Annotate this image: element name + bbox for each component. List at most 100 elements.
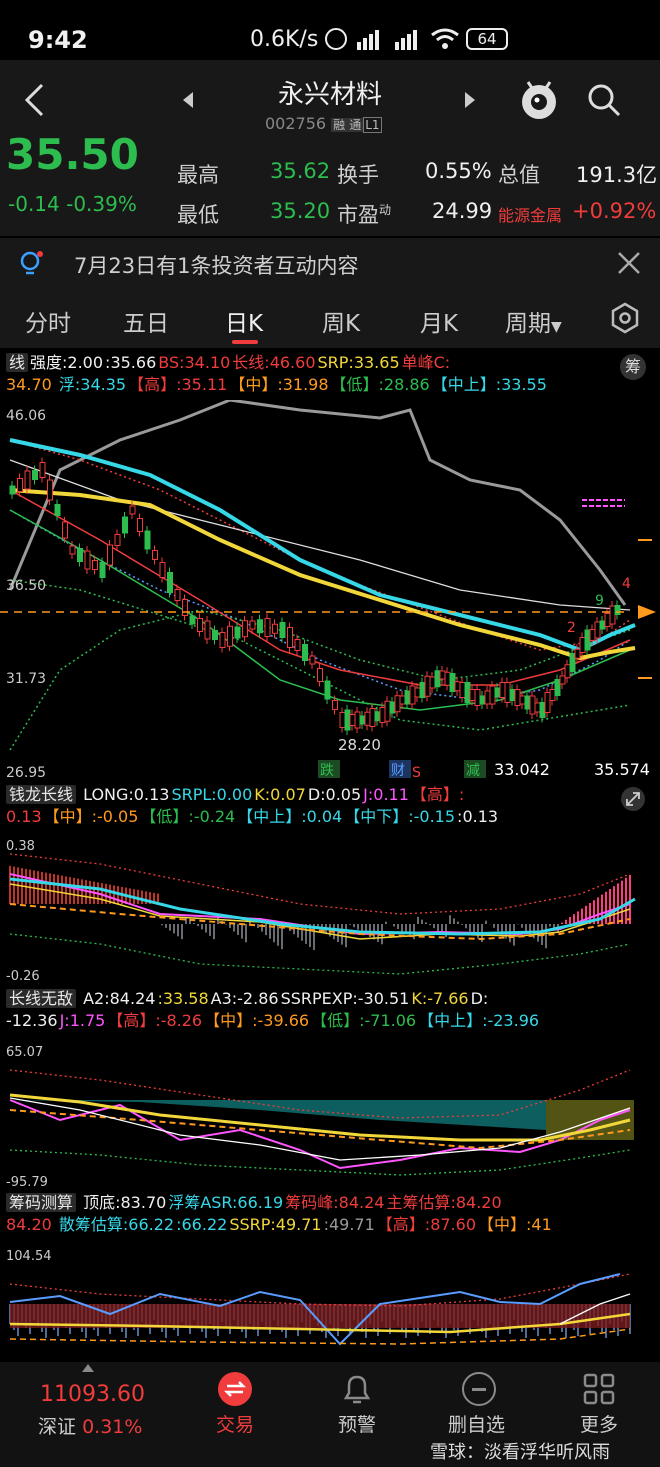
legend-val: :35.66 bbox=[105, 353, 157, 372]
candle-body bbox=[514, 689, 521, 706]
candle-body bbox=[219, 632, 226, 648]
tab-more[interactable]: 更多 bbox=[580, 1410, 618, 1437]
candle-body bbox=[174, 589, 181, 601]
mascot-icon[interactable] bbox=[518, 78, 560, 122]
candle-body bbox=[17, 478, 23, 492]
candle-body bbox=[429, 676, 436, 689]
candle-body bbox=[419, 682, 426, 698]
price-pointer-icon bbox=[638, 605, 656, 619]
candle-body bbox=[494, 687, 501, 698]
candle-body bbox=[354, 711, 361, 729]
badge-margin: 融 bbox=[331, 118, 348, 132]
last-price: 35.50 bbox=[6, 130, 139, 179]
close-icon[interactable] bbox=[616, 250, 642, 276]
pe-label-text: 市盈 bbox=[337, 203, 379, 227]
candle-body bbox=[99, 562, 106, 578]
ind1-l: :0.13 bbox=[457, 807, 499, 826]
ind1-y-bottom: -0.26 bbox=[6, 969, 40, 984]
candle-body bbox=[554, 679, 561, 696]
ind3-chart[interactable]: 104.54 bbox=[0, 1244, 660, 1362]
ind1-mid-lower: 【中下】:-0.15 bbox=[344, 807, 456, 826]
y-axis-bottom: 26.95 bbox=[6, 765, 46, 781]
chip-button[interactable]: 筹 bbox=[620, 354, 646, 380]
candle-body bbox=[564, 664, 571, 679]
tab-five-day[interactable]: 五日 bbox=[123, 304, 169, 338]
tab-monthly-k[interactable]: 月K bbox=[420, 304, 458, 338]
ind2-low: 【低】:-71.06 bbox=[311, 1011, 417, 1030]
ind2-legend: 长线无敌 A2:84.24:33.58 A3:-2.86 SSRPEXP:-30.5… bbox=[6, 988, 660, 1032]
ind3-legend: 筹码测算 顶底:83.70 浮筹ASR:66.19 筹码峰:84.24 主筹估算:84… bbox=[6, 1192, 660, 1236]
badge-level: L1 bbox=[363, 117, 382, 133]
candle-body bbox=[569, 653, 576, 672]
candle-body bbox=[24, 470, 31, 490]
main-indicator-select[interactable]: 线 bbox=[6, 353, 29, 372]
ind1-chart[interactable]: 0.38 -0.26 bbox=[0, 834, 660, 984]
ind2-ssrpexp: SSRPEXP:-30.51 bbox=[280, 989, 410, 1008]
ind1-g: 0.13 bbox=[6, 807, 42, 826]
marker-finance: 财 bbox=[391, 763, 405, 779]
pe-label: 市盈动 bbox=[337, 199, 391, 229]
ind3-y-top: 104.54 bbox=[6, 1249, 52, 1264]
ind1-legend: 钱龙长线 LONG:0.13 SRPL:0.00 K:0.07 D:0.05 J:0.1… bbox=[6, 784, 660, 828]
tab-weekly-k[interactable]: 周K bbox=[322, 304, 360, 338]
legend-high: 【高】:35.11 bbox=[128, 375, 228, 394]
count-2: 2 bbox=[567, 620, 576, 636]
tab-period[interactable]: 周期▼ bbox=[505, 304, 562, 338]
index-info[interactable]: 深证 0.31% bbox=[38, 1412, 142, 1439]
turnover-value: 0.55% bbox=[425, 159, 492, 183]
x-left-value: 33.042 bbox=[494, 760, 550, 779]
ind3-top-bottom: 顶底:83.70 bbox=[83, 1193, 167, 1212]
candle-body bbox=[344, 709, 351, 731]
investor-notice[interactable]: 7月23日有1条投资者互动内容 bbox=[0, 238, 660, 290]
candle-body bbox=[374, 711, 381, 722]
up-caret-icon bbox=[82, 1364, 94, 1372]
tab-intraday[interactable]: 分时 bbox=[25, 304, 71, 338]
candle-body bbox=[444, 671, 451, 686]
ind2-select[interactable]: 长线无敌 bbox=[6, 989, 77, 1008]
ind3-select[interactable]: 筹码测算 bbox=[6, 1193, 77, 1212]
expand-icon[interactable] bbox=[620, 786, 646, 812]
index-pct: 0.31% bbox=[82, 1416, 143, 1438]
settings-icon[interactable] bbox=[610, 302, 640, 334]
next-stock-icon[interactable] bbox=[462, 90, 478, 110]
candle-body bbox=[389, 701, 396, 714]
pe-sup: 动 bbox=[379, 203, 392, 217]
candle-body bbox=[107, 544, 113, 566]
search-icon[interactable] bbox=[586, 82, 622, 118]
candle-body bbox=[114, 534, 121, 546]
status-time: 9:42 bbox=[28, 26, 88, 54]
stock-title: 永兴材料 bbox=[277, 80, 382, 110]
candle-body bbox=[9, 485, 16, 495]
candle-body bbox=[272, 623, 278, 634]
candle-body bbox=[227, 625, 233, 647]
candle-body bbox=[294, 639, 301, 651]
tab-alert[interactable]: 预警 bbox=[338, 1410, 376, 1437]
candle-body bbox=[182, 599, 188, 616]
ind3-main-est: 主筹估算:84.20 bbox=[386, 1193, 502, 1212]
mktcap-label: 总值 bbox=[498, 163, 540, 187]
index-value[interactable]: 11093.60 bbox=[40, 1382, 145, 1407]
candle-body bbox=[544, 692, 551, 713]
candle-body bbox=[257, 619, 263, 634]
ind1-select[interactable]: 钱龙长线 bbox=[6, 785, 77, 804]
tab-daily-k[interactable]: 日K bbox=[225, 304, 263, 338]
candle-body bbox=[84, 550, 91, 570]
tab-remove-watchlist[interactable]: 删自选 bbox=[448, 1410, 505, 1437]
ind2-mid-upper: 【中上】:-23.96 bbox=[418, 1011, 540, 1030]
ind1-srpl: SRPL:0.00 bbox=[171, 785, 253, 804]
ind1-low: 【低】:-0.24 bbox=[140, 807, 236, 826]
ind2-chart[interactable]: 65.07 -95.79 bbox=[0, 1040, 660, 1190]
candle-body bbox=[364, 711, 371, 726]
ind2-g: -12.36 bbox=[6, 1011, 58, 1030]
candle-body bbox=[234, 626, 241, 639]
ind1-high: 【高】: bbox=[410, 785, 465, 804]
ind1-d: D:0.05 bbox=[307, 785, 362, 804]
tab-trade[interactable]: 交易 bbox=[216, 1410, 254, 1437]
candle-body bbox=[539, 702, 546, 718]
wifi-icon bbox=[431, 28, 459, 49]
candle-body bbox=[559, 675, 566, 685]
sector-name[interactable]: 能源金属 bbox=[498, 202, 562, 226]
period-tabs: 分时 五日 日K 周K 月K 周期▼ bbox=[0, 290, 660, 348]
ind2-j: J:1.75 bbox=[59, 1011, 106, 1030]
kline-chart[interactable]: 46.06 36.50 31.73 26.95 28.20 跌 财 S 减 33… bbox=[0, 400, 660, 782]
